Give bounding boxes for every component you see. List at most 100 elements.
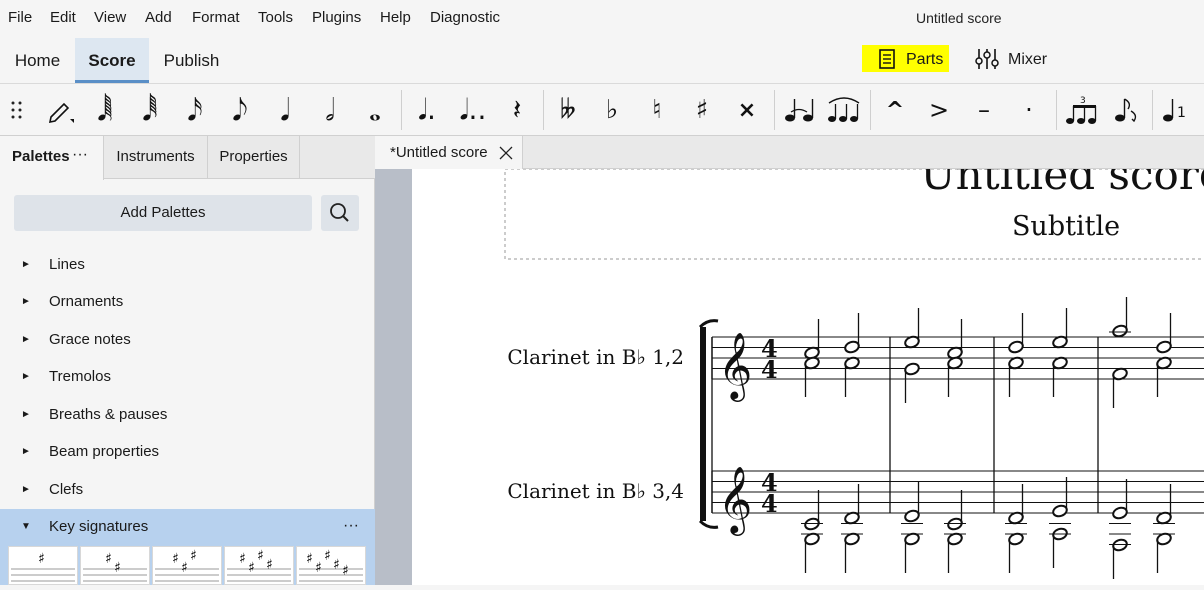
tuplet-icon[interactable]: 3 <box>1062 84 1102 136</box>
close-icon[interactable] <box>499 146 513 160</box>
staccato-icon[interactable]: · <box>1012 84 1046 136</box>
toolbar-separator <box>543 90 544 130</box>
accent-icon[interactable]: > <box>922 84 956 136</box>
palette-name: Tremolos <box>49 368 111 385</box>
duration-32nd-icon[interactable]: 𝅘𝅥𝅱 <box>133 84 167 136</box>
flip-direction-icon[interactable] <box>1110 84 1144 136</box>
double-sharp-icon[interactable]: × <box>730 84 764 136</box>
palettes-more-button[interactable]: ··· <box>72 134 88 176</box>
staff1-instrument-name[interactable]: Clarinet in B♭ 1,2 <box>507 345 684 369</box>
key-signature-cell[interactable]: ♯ ♯ ♯ <box>152 546 222 588</box>
palette-clefs[interactable]: ► Clefs <box>0 472 375 509</box>
note-input-pencil-icon[interactable] <box>44 84 78 136</box>
sharp-glyph: ♯ <box>190 548 197 564</box>
menu-view[interactable]: View <box>94 9 126 26</box>
parts-label: Parts <box>906 51 944 68</box>
sharp-glyph: ♯ <box>181 560 188 576</box>
note-head <box>1112 506 1128 520</box>
score-canvas[interactable]: Untitled score Subtitle Clarinet in B♭ 1… <box>375 150 1204 585</box>
palettes-panel: Palettes ··· Instruments Properties Add … <box>0 136 375 588</box>
score-subtitle[interactable]: Subtitle <box>1012 211 1120 242</box>
parts-button[interactable]: Parts <box>862 45 949 72</box>
slur-icon[interactable] <box>824 84 864 136</box>
palette-beam-properties[interactable]: ► Beam properties <box>0 434 375 471</box>
svg-text:3: 3 <box>1080 96 1086 106</box>
treble-clef: 𝄞 <box>718 331 752 402</box>
score-title[interactable]: Untitled score <box>920 150 1204 199</box>
double-dot-icon[interactable]: 𝅘𝅥.. <box>453 84 493 136</box>
tab-palettes[interactable]: Palettes ··· <box>0 136 104 180</box>
expand-arrow-icon: ► <box>21 371 31 382</box>
note-input-toolbar: 𝅘𝅥𝅲 𝅘𝅥𝅱 𝅘𝅥𝅯 𝅘𝅥𝅮 𝅘𝅥 𝅗𝅥 𝅝 𝅘𝅥. 𝅘𝅥.. 𝄽 𝄫 ♭ ♮… <box>0 84 1204 136</box>
rest-icon[interactable]: 𝄽 <box>500 84 534 136</box>
toolbar-separator <box>1152 90 1153 130</box>
staff2-instrument-name[interactable]: Clarinet in B♭ 3,4 <box>507 479 684 503</box>
duration-quarter-icon[interactable]: 𝅘𝅥 <box>268 84 302 136</box>
palette-name: Lines <box>49 256 85 273</box>
expand-arrow-icon: ► <box>21 259 31 270</box>
system-bracket <box>700 327 706 521</box>
augmentation-dot-icon[interactable]: 𝅘𝅥. <box>409 84 445 136</box>
menu-plugins[interactable]: Plugins <box>312 9 361 26</box>
tab-palettes-label: Palettes <box>12 148 70 165</box>
palette-tremolos[interactable]: ► Tremolos <box>0 359 375 396</box>
palette-ornaments[interactable]: ► Ornaments <box>0 284 375 321</box>
sharp-glyph: ♯ <box>342 563 349 579</box>
tab-home[interactable]: Home <box>0 38 75 83</box>
menu-tools[interactable]: Tools <box>258 9 293 26</box>
sharp-glyph: ♯ <box>324 548 331 564</box>
bracket-hook <box>698 319 719 329</box>
key-signatures-more-button[interactable]: ··· <box>343 517 359 535</box>
duration-whole-icon[interactable]: 𝅝 <box>358 84 392 136</box>
palette-lines[interactable]: ► Lines <box>0 247 375 284</box>
palette-grace-notes[interactable]: ► Grace notes <box>0 322 375 359</box>
score-tab-label: *Untitled score <box>390 144 488 161</box>
marcato-icon[interactable]: ^ <box>878 84 912 136</box>
treble-clef: 𝄞 <box>718 465 752 536</box>
sharp-icon[interactable]: ♯ <box>685 84 719 136</box>
tenuto-icon[interactable]: – <box>967 84 1001 136</box>
score-tab[interactable]: *Untitled score <box>375 136 523 169</box>
voice-1-icon[interactable]: 1 <box>1158 84 1196 136</box>
add-palettes-button[interactable]: Add Palettes <box>14 195 312 231</box>
collapse-arrow-icon: ▼ <box>21 521 31 532</box>
duration-half-icon[interactable]: 𝅗𝅥 <box>313 84 347 136</box>
palette-key-signatures[interactable]: ▼ Key signatures ··· <box>0 509 375 546</box>
natural-icon[interactable]: ♮ <box>640 84 674 136</box>
note-head <box>904 362 920 376</box>
palette-name: Grace notes <box>49 331 131 348</box>
menu-file[interactable]: File <box>8 9 32 26</box>
sharp-glyph: ♯ <box>257 548 264 564</box>
tab-publish[interactable]: Publish <box>149 38 234 83</box>
palette-breaths-pauses[interactable]: ► Breaths & pauses <box>0 397 375 434</box>
tab-score[interactable]: Score <box>75 38 149 83</box>
menu-add[interactable]: Add <box>145 9 172 26</box>
flat-icon[interactable]: ♭ <box>595 84 629 136</box>
sharp-glyph: ♯ <box>239 551 246 567</box>
menu-help[interactable]: Help <box>380 9 411 26</box>
tie-icon[interactable] <box>780 84 818 136</box>
time-signature-denominator: 4 <box>761 355 778 384</box>
key-signature-cell[interactable]: ♯ ♯ <box>80 546 150 588</box>
duration-16th-icon[interactable]: 𝅘𝅥𝅯 <box>178 84 212 136</box>
double-flat-icon[interactable]: 𝄫 <box>550 84 586 136</box>
drag-handle-icon[interactable] <box>6 84 28 136</box>
menu-format[interactable]: Format <box>192 9 240 26</box>
menu-edit[interactable]: Edit <box>50 9 76 26</box>
duration-eighth-icon[interactable]: 𝅘𝅥𝅮 <box>223 84 257 136</box>
palette-name: Beam properties <box>49 443 160 460</box>
note-head <box>1112 324 1128 338</box>
menu-diagnostic[interactable]: Diagnostic <box>430 9 500 26</box>
duration-64th-icon[interactable]: 𝅘𝅥𝅲 <box>88 84 122 136</box>
palette-name: Clefs <box>49 481 84 498</box>
note-head <box>844 340 860 354</box>
key-signature-cell[interactable]: ♯ ♯ ♯ ♯ ♯ <box>296 546 366 588</box>
key-signature-cell[interactable]: ♯ <box>8 546 78 588</box>
palette-name: Breaths & pauses <box>49 406 168 423</box>
key-signature-cell[interactable]: ♯ ♯ ♯ ♯ <box>224 546 294 588</box>
tab-properties[interactable]: Properties <box>208 136 300 179</box>
palette-name: Ornaments <box>49 293 124 310</box>
sharp-glyph: ♯ <box>38 551 45 567</box>
search-button[interactable] <box>321 195 359 231</box>
tab-instruments[interactable]: Instruments <box>104 136 208 179</box>
